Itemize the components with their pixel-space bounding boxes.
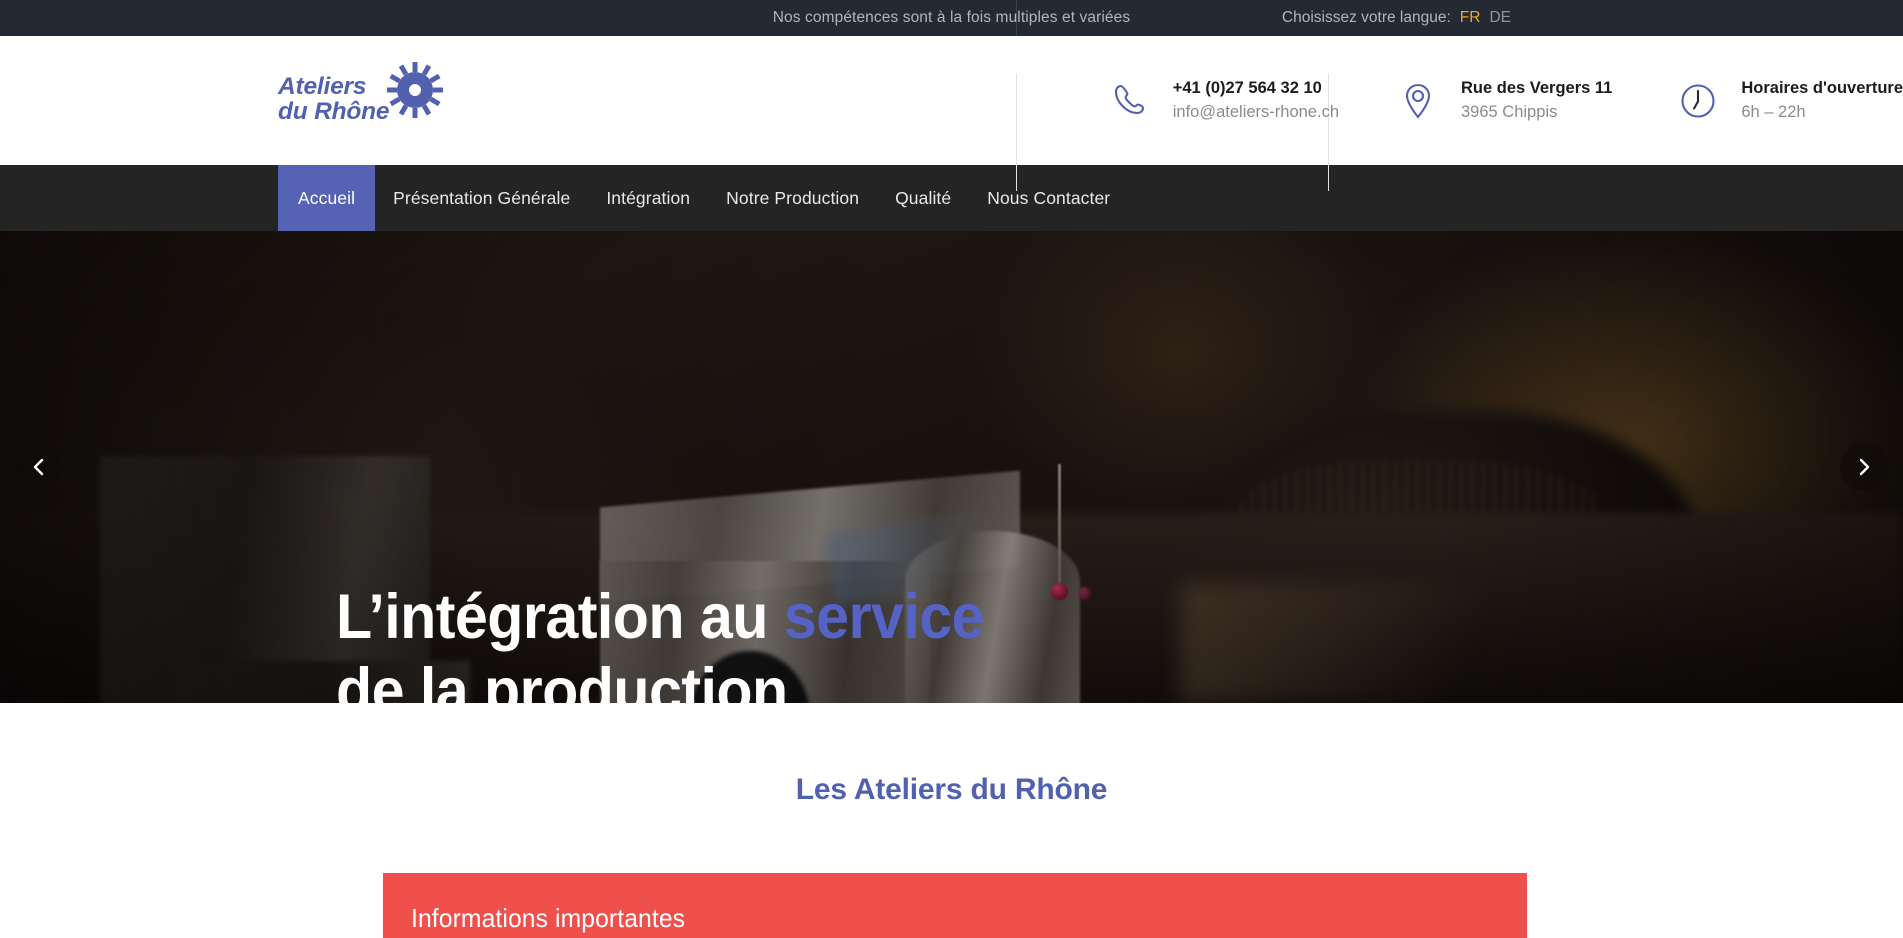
tagline-text: Nos compétences sont à la fois multiples… bbox=[772, 9, 1131, 26]
hero-headline-text-white: L’intégration au bbox=[336, 582, 784, 652]
logo-text: Ateliers du Rhône bbox=[278, 73, 390, 125]
nav-item-integration[interactable]: Intégration bbox=[588, 165, 708, 231]
carousel-next-button[interactable] bbox=[1840, 443, 1888, 491]
address-city: 3965 Chippis bbox=[1461, 103, 1558, 121]
clock-icon bbox=[1681, 83, 1715, 118]
page-title: Les Ateliers du Rhône bbox=[795, 773, 1108, 806]
logo-link[interactable]: Ateliers du Rhône bbox=[0, 36, 443, 165]
info-panel-title: Informations importantes bbox=[411, 903, 686, 933]
main-content: Les Ateliers du Rhône Informations impor… bbox=[0, 703, 1903, 938]
language-option-de[interactable]: DE bbox=[1489, 9, 1511, 27]
hero-headline: L’intégration au service de la productio… bbox=[336, 581, 1025, 703]
nav-item-presentation-generale[interactable]: Présentation Générale bbox=[375, 165, 588, 231]
chevron-left-icon bbox=[33, 458, 44, 476]
phone-icon bbox=[1114, 84, 1144, 114]
hours-value: 6h – 22h bbox=[1741, 103, 1806, 121]
phone-number: +41 (0)27 564 32 10 bbox=[1172, 79, 1322, 97]
hero-headline-line-1: L’intégration au service bbox=[336, 581, 985, 655]
nav-item-qualite[interactable]: Qualité bbox=[877, 165, 969, 231]
contact-address[interactable]: Rue des Vergers 11 3965 Chippis bbox=[1339, 36, 1612, 165]
language-option-fr[interactable]: FR bbox=[1460, 9, 1481, 27]
nav-item-notre-production[interactable]: Notre Production bbox=[708, 165, 877, 231]
contact-hours: Horaires d'ouverture 6h – 22h bbox=[1612, 36, 1903, 165]
hero-headline-accent: service bbox=[783, 582, 985, 652]
top-utility-bar: Nos compétences sont à la fois multiples… bbox=[0, 0, 1903, 36]
hero-headline-line-2: de la production bbox=[336, 655, 788, 703]
chevron-right-icon bbox=[1859, 458, 1870, 476]
logo: Ateliers du Rhône bbox=[278, 62, 443, 126]
contact-phone[interactable]: +41 (0)27 564 32 10 info@ateliers-rhone.… bbox=[397, 36, 1339, 165]
language-label: Choisissez votre langue: bbox=[1281, 9, 1451, 26]
language-selector: Choisissez votre langue: FR DE bbox=[1282, 9, 1511, 27]
important-info-panel: Informations importantes bbox=[383, 873, 1527, 938]
map-pin-icon bbox=[1405, 83, 1431, 119]
hero-carousel: L’intégration au service de la productio… bbox=[0, 231, 1903, 703]
email-address: info@ateliers-rhone.ch bbox=[1172, 103, 1339, 121]
address-street: Rue des Vergers 11 bbox=[1461, 79, 1613, 97]
main-navigation: Accueil Présentation Générale Intégratio… bbox=[0, 165, 1903, 231]
site-header: Ateliers du Rhône +41 (0)27 564 32 10 in… bbox=[0, 36, 1903, 191]
hours-label: Horaires d'ouverture bbox=[1741, 79, 1903, 97]
nav-item-accueil[interactable]: Accueil bbox=[278, 165, 376, 231]
nav-item-nous-contacter[interactable]: Nous Contacter bbox=[969, 165, 1128, 231]
carousel-prev-button[interactable] bbox=[15, 443, 63, 491]
